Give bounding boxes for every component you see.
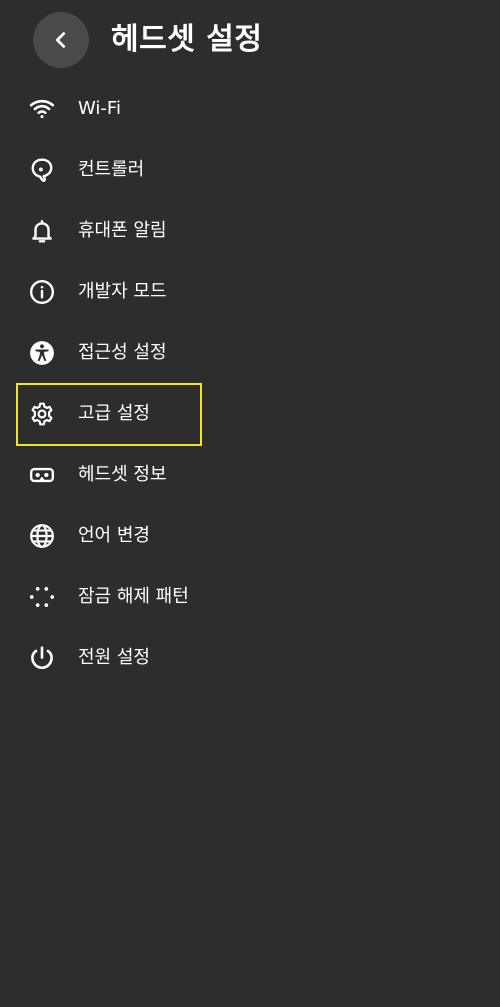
menu-item-label: 접근성 설정 bbox=[78, 342, 167, 363]
controller-icon bbox=[28, 156, 56, 184]
menu-item-phone-notifications[interactable]: 휴대폰 알림 bbox=[0, 200, 500, 261]
settings-menu: Wi-Fi 컨트롤러 휴대폰 알림 개발자 모드 접근성 설정 고급 설정 헤드… bbox=[0, 78, 500, 688]
power-icon bbox=[28, 644, 56, 672]
menu-item-unlock-pattern[interactable]: 잠금 해제 패턴 bbox=[0, 566, 500, 627]
accessibility-icon bbox=[28, 339, 56, 367]
menu-item-advanced-settings[interactable]: 고급 설정 bbox=[0, 383, 500, 446]
menu-item-label: 헤드셋 정보 bbox=[78, 464, 167, 485]
info-icon bbox=[28, 278, 56, 306]
wifi-icon bbox=[28, 95, 56, 123]
chevron-left-icon bbox=[55, 32, 66, 48]
menu-item-label: 휴대폰 알림 bbox=[78, 220, 167, 241]
headset-icon bbox=[28, 461, 56, 489]
menu-item-label: 컨트롤러 bbox=[78, 159, 145, 180]
menu-item-label: 고급 설정 bbox=[78, 403, 150, 424]
menu-item-change-language[interactable]: 언어 변경 bbox=[0, 505, 500, 566]
page-title: 헤드셋 설정 bbox=[111, 22, 263, 57]
menu-item-power-settings[interactable]: 전원 설정 bbox=[0, 627, 500, 688]
bell-icon bbox=[28, 217, 56, 245]
globe-icon bbox=[28, 522, 56, 550]
menu-item-accessibility[interactable]: 접근성 설정 bbox=[0, 322, 500, 383]
pattern-dots-icon bbox=[28, 583, 56, 611]
menu-item-developer-mode[interactable]: 개발자 모드 bbox=[0, 261, 500, 322]
gear-icon bbox=[28, 400, 56, 428]
menu-item-label: 잠금 해제 패턴 bbox=[78, 586, 189, 607]
menu-item-label: 개발자 모드 bbox=[78, 281, 167, 302]
menu-item-label: 언어 변경 bbox=[78, 525, 150, 546]
menu-item-wifi[interactable]: Wi-Fi bbox=[0, 78, 500, 139]
back-button[interactable] bbox=[33, 12, 89, 68]
menu-item-label: Wi-Fi bbox=[78, 98, 121, 119]
header: 헤드셋 설정 bbox=[0, 0, 500, 80]
menu-item-controller[interactable]: 컨트롤러 bbox=[0, 139, 500, 200]
menu-item-label: 전원 설정 bbox=[78, 647, 150, 668]
menu-item-headset-info[interactable]: 헤드셋 정보 bbox=[0, 444, 500, 505]
